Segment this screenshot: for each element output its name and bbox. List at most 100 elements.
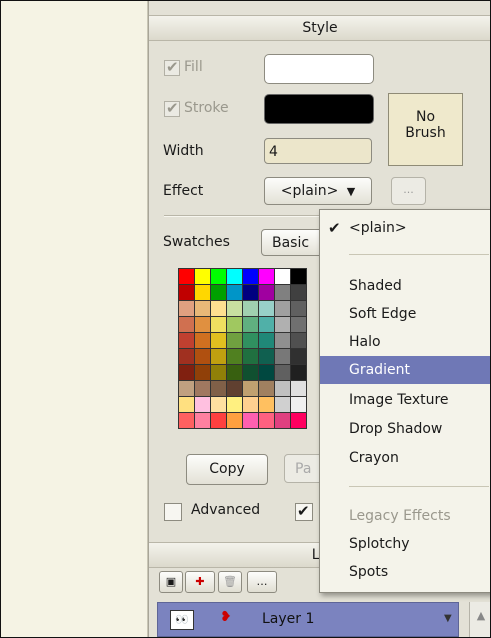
- swatch-cell[interactable]: [195, 365, 210, 380]
- swatch-cell[interactable]: [275, 381, 290, 396]
- visibility-eye-icon[interactable]: 👀: [170, 610, 194, 630]
- layer-row[interactable]: 👀 ❥ Layer 1 ▼: [157, 602, 459, 637]
- swatch-cell[interactable]: [227, 269, 242, 284]
- menu-item-gradient[interactable]: Gradient: [320, 356, 490, 384]
- width-input[interactable]: 4: [264, 138, 372, 164]
- swatch-cell[interactable]: [195, 285, 210, 300]
- menu-item-halo[interactable]: Halo: [320, 328, 490, 356]
- swatch-cell[interactable]: [243, 349, 258, 364]
- swatch-cell[interactable]: [227, 317, 242, 332]
- copy-button[interactable]: Copy: [186, 454, 268, 485]
- swatch-cell[interactable]: [243, 301, 258, 316]
- swatch-cell[interactable]: [259, 365, 274, 380]
- swatch-cell[interactable]: [179, 349, 194, 364]
- swatch-cell[interactable]: [243, 317, 258, 332]
- swatch-cell[interactable]: [179, 397, 194, 412]
- swatch-cell[interactable]: [179, 365, 194, 380]
- swatch-cell[interactable]: [243, 269, 258, 284]
- swatch-cell[interactable]: [259, 333, 274, 348]
- swatch-cell[interactable]: [195, 381, 210, 396]
- chevron-down-icon[interactable]: ▼: [444, 613, 452, 624]
- swatch-cell[interactable]: [259, 317, 274, 332]
- swatch-cell[interactable]: [275, 285, 290, 300]
- swatch-cell[interactable]: [227, 365, 242, 380]
- swatch-cell[interactable]: [275, 365, 290, 380]
- swatch-cell[interactable]: [259, 285, 274, 300]
- menu-item-soft-edge[interactable]: Soft Edge: [320, 300, 490, 328]
- swatch-cell[interactable]: [211, 365, 226, 380]
- swatch-cell[interactable]: [291, 413, 306, 428]
- swatch-cell[interactable]: [243, 333, 258, 348]
- more-icon[interactable]: …: [247, 571, 277, 593]
- swatch-cell[interactable]: [275, 317, 290, 332]
- swatch-cell[interactable]: [179, 301, 194, 316]
- effect-select[interactable]: <plain> ▼: [264, 177, 372, 205]
- swatch-cell[interactable]: [195, 413, 210, 428]
- swatch-cell[interactable]: [211, 349, 226, 364]
- swatch-cell[interactable]: [227, 413, 242, 428]
- swatch-cell[interactable]: [179, 285, 194, 300]
- brush-preview-button[interactable]: No Brush: [388, 93, 463, 166]
- swatch-cell[interactable]: [211, 397, 226, 412]
- swatch-cell[interactable]: [179, 333, 194, 348]
- fill-color-button[interactable]: [264, 54, 374, 84]
- menu-item-crayon[interactable]: Crayon: [320, 444, 490, 472]
- swatch-cell[interactable]: [259, 397, 274, 412]
- stroke-color-button[interactable]: [264, 94, 374, 124]
- swatch-cell[interactable]: [259, 269, 274, 284]
- swatch-cell[interactable]: [211, 413, 226, 428]
- menu-item-drop-shadow[interactable]: Drop Shadow: [320, 415, 490, 443]
- swatch-cell[interactable]: [227, 285, 242, 300]
- swatch-cell[interactable]: [291, 285, 306, 300]
- swatch-cell[interactable]: [243, 365, 258, 380]
- swatch-cell[interactable]: [195, 397, 210, 412]
- swatch-cell[interactable]: [291, 333, 306, 348]
- swatch-cell[interactable]: [211, 301, 226, 316]
- swatch-cell[interactable]: [195, 269, 210, 284]
- swatch-cell[interactable]: [211, 317, 226, 332]
- swatch-cell[interactable]: [211, 333, 226, 348]
- swatch-cell[interactable]: [291, 269, 306, 284]
- swatch-cell[interactable]: [291, 349, 306, 364]
- swatch-cell[interactable]: [275, 349, 290, 364]
- swatch-cell[interactable]: [243, 285, 258, 300]
- swatch-cell[interactable]: [195, 349, 210, 364]
- swatch-cell[interactable]: [243, 413, 258, 428]
- swatch-cell[interactable]: [291, 317, 306, 332]
- trash-icon[interactable]: 🗑: [218, 571, 242, 593]
- swatch-cell[interactable]: [291, 301, 306, 316]
- swatch-cell[interactable]: [259, 381, 274, 396]
- swatch-cell[interactable]: [179, 381, 194, 396]
- menu-item-plain[interactable]: ✔ <plain>: [320, 214, 490, 242]
- effect-options-button[interactable]: ...: [391, 177, 426, 205]
- swatch-cell[interactable]: [227, 381, 242, 396]
- swatch-cell[interactable]: [179, 413, 194, 428]
- swatch-cell[interactable]: [227, 349, 242, 364]
- scroll-up-arrow-icon[interactable]: ▲: [469, 602, 490, 637]
- menu-item-shaded[interactable]: Shaded: [320, 272, 490, 300]
- swatch-cell[interactable]: [195, 301, 210, 316]
- swatch-cell[interactable]: [275, 301, 290, 316]
- swatch-cell[interactable]: [291, 381, 306, 396]
- swatch-cell[interactable]: [211, 381, 226, 396]
- swatch-cell[interactable]: [227, 301, 242, 316]
- swatch-cell[interactable]: [179, 269, 194, 284]
- swatch-cell[interactable]: [227, 397, 242, 412]
- swatch-cell[interactable]: [291, 397, 306, 412]
- advanced-checkbox[interactable]: [164, 503, 182, 521]
- swatch-cell[interactable]: [227, 333, 242, 348]
- menu-item-spots[interactable]: Spots: [320, 558, 490, 586]
- swatch-cell[interactable]: [195, 333, 210, 348]
- swatch-cell[interactable]: [211, 269, 226, 284]
- swatch-cell[interactable]: [259, 301, 274, 316]
- menu-item-image-texture[interactable]: Image Texture: [320, 386, 490, 414]
- new-layer-icon[interactable]: ▣: [159, 571, 183, 593]
- swatch-cell[interactable]: [211, 285, 226, 300]
- add-layer-icon[interactable]: ✚: [185, 571, 215, 593]
- swatch-cell[interactable]: [275, 413, 290, 428]
- swatch-cell[interactable]: [275, 397, 290, 412]
- swatch-cell[interactable]: [243, 397, 258, 412]
- swatch-cell[interactable]: [259, 349, 274, 364]
- swatch-cell[interactable]: [179, 317, 194, 332]
- swatch-cell[interactable]: [291, 365, 306, 380]
